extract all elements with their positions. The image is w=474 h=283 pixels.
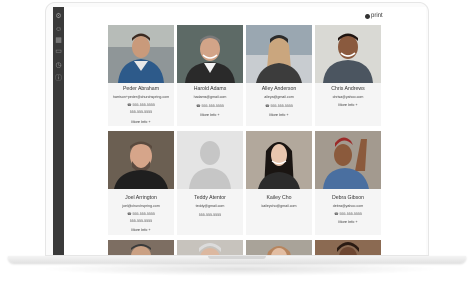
gear-icon[interactable]: ⚙ [55,13,62,20]
profile-photo [177,240,243,255]
person-card[interactable]: Chris Andrews chrisa@yahoo.com More Info… [315,25,381,126]
person-email[interactable]: alleya@gmail.com [246,95,312,99]
directory-content: print Peder Abraham harrison+peder@churc… [64,7,426,255]
person-card[interactable]: Joel Arrington joel@churchspring.com ☎ 5… [108,131,174,235]
person-name: Kailey Cho [266,195,292,201]
clock-icon[interactable]: ◷ [55,62,62,69]
laptop-notch [208,256,266,259]
laptop-shadow [40,262,440,276]
person-name: Alley Anderson [261,86,297,92]
person-name: Teddy Atentor [194,195,226,201]
person-phone[interactable]: 555-555-5555 [177,213,243,217]
person-phone[interactable]: ☎ 555-555-5555 [108,212,174,216]
info-icon[interactable]: ⓘ [55,75,62,82]
profile-photo [108,131,174,189]
profile-photo [315,131,381,189]
more-info-link[interactable]: More Info + [177,113,243,117]
person-card[interactable]: Peder Abraham harrison+peder@churchsprin… [108,25,174,126]
person-email[interactable]: debra@yahoo.com [315,204,381,208]
printer-icon [365,13,370,19]
profile-photo-placeholder [177,131,243,189]
person-phone[interactable]: ☎ 555-555-5555 [315,212,381,216]
more-info-link[interactable]: More Info + [108,120,174,124]
person-phone[interactable]: ☎ 555-555-5555 [108,103,174,107]
more-info-link[interactable]: More Info + [315,103,381,107]
person-card[interactable] [108,240,174,255]
person-card[interactable] [177,240,243,255]
more-info-link[interactable]: More Info + [108,228,174,232]
person-card[interactable]: Teddy Atentor teddy@gmail.com 555-555-55… [177,131,243,235]
calendar-icon[interactable]: ▦ [55,37,62,44]
profile-photo [246,25,312,83]
person-card[interactable] [246,240,312,255]
person-email[interactable]: joel@churchspring.com [108,204,174,208]
profile-photo [246,240,312,255]
profile-photo [315,240,381,255]
chat-icon[interactable]: ▭ [55,48,62,55]
person-card[interactable] [315,240,381,255]
person-phone[interactable]: 555-555-5555 [108,219,174,223]
person-email[interactable]: hadams@gmail.com [177,95,243,99]
person-phone[interactable]: ☎ 555-555-5555 [246,104,312,108]
person-card[interactable]: Kailey Cho kaileycho@gmail.com [246,131,312,235]
people-icon[interactable]: ☺ [55,26,62,33]
person-name: Harold Adams [193,86,227,92]
person-email[interactable]: kaileycho@gmail.com [246,204,312,208]
person-card[interactable]: Debra Gibson debra@yahoo.com ☎ 555-555-5… [315,131,381,235]
more-info-link[interactable]: More Info + [315,220,381,224]
profile-photo [108,240,174,255]
person-name: Debra Gibson [331,195,364,201]
person-phone[interactable]: ☎ 555-555-5555 [177,104,243,108]
person-name: Chris Andrews [331,86,365,92]
laptop-screen: ⚙ ☺ ▦ ▭ ◷ ⓘ print Peder Abraham harrison… [45,2,429,256]
profile-photo [315,25,381,83]
profile-photo [177,25,243,83]
person-name: Peder Abraham [122,86,160,92]
person-card[interactable]: Harold Adams hadams@gmail.com ☎ 555-555-… [177,25,243,126]
person-phone[interactable]: 555-555-5555 [108,110,174,114]
person-email[interactable]: harrison+peder@churchspring.com [108,95,174,99]
sidebar: ⚙ ☺ ▦ ▭ ◷ ⓘ [53,7,64,255]
more-info-link[interactable]: More Info + [246,113,312,117]
print-label: print [371,13,383,19]
print-button[interactable]: print [365,13,383,19]
profile-photo [108,25,174,83]
profile-photo [246,131,312,189]
person-card[interactable]: Alley Anderson alleya@gmail.com ☎ 555-55… [246,25,312,126]
person-email[interactable]: chrisa@yahoo.com [315,95,381,99]
person-name: Joel Arrington [125,195,157,201]
person-email[interactable]: teddy@gmail.com [177,204,243,208]
